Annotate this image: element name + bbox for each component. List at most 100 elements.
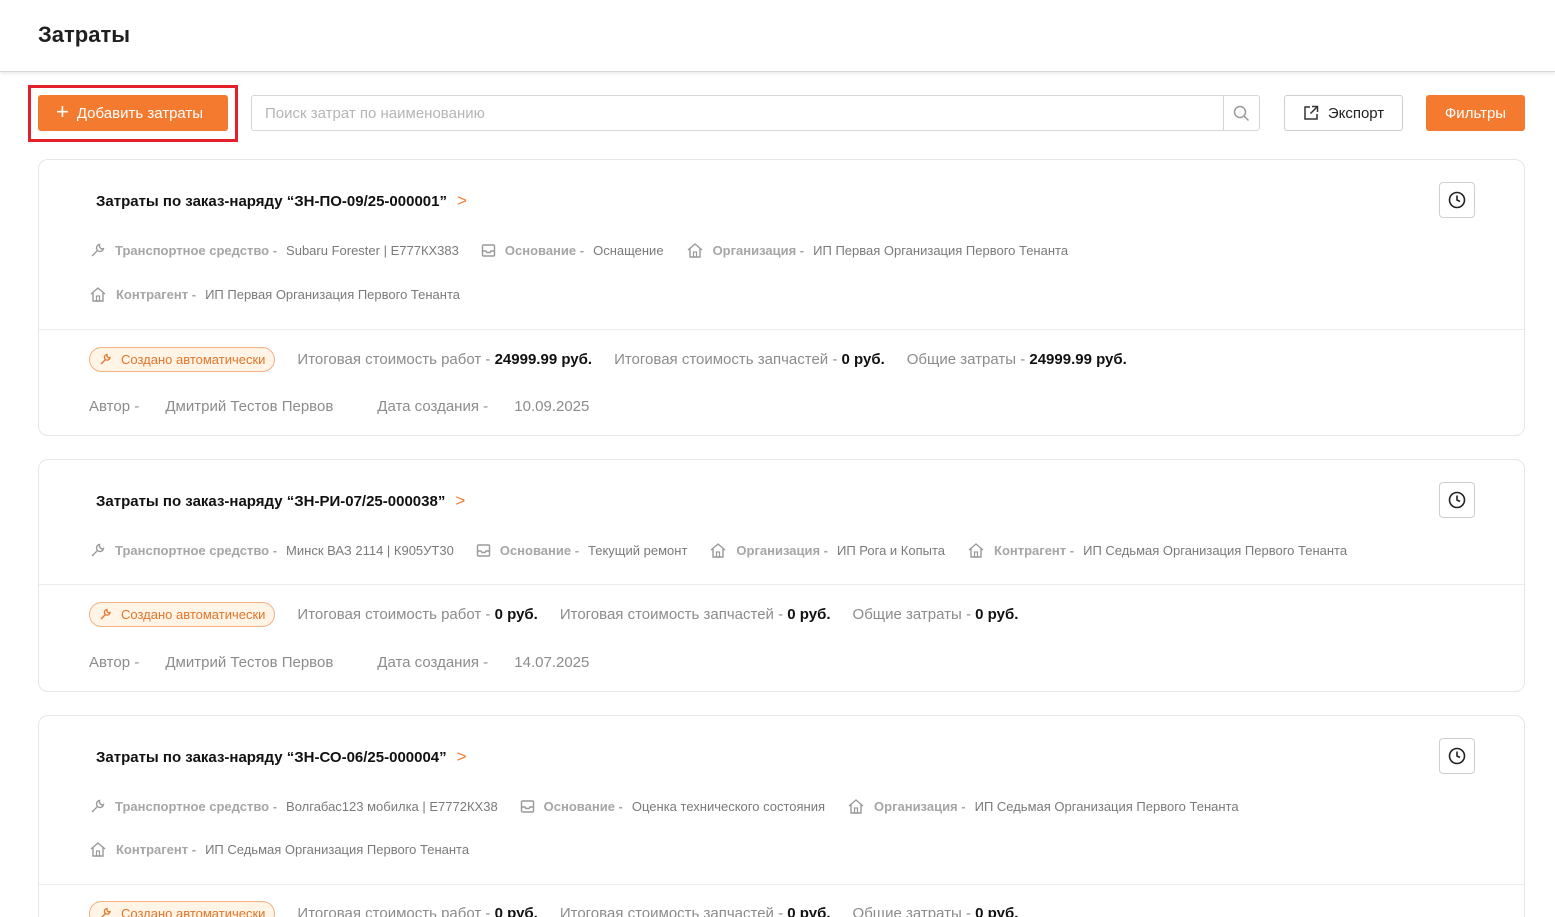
organization-label: Организация - [712, 243, 805, 258]
page-title: Затраты [38, 22, 131, 47]
meta-vehicle: Транспортное средство - Минск ВАЗ 2114 |… [89, 542, 454, 559]
vehicle-label: Транспортное средство - [115, 799, 278, 814]
clock-icon [1448, 191, 1466, 209]
created-label: Дата создания - [377, 398, 489, 415]
vehicle-label: Транспортное средство - [115, 543, 278, 558]
all-total-label: Общие затраты - [852, 905, 971, 917]
parts-total-label: Итоговая стоимость запчастей - [559, 606, 784, 623]
chevron-right-icon[interactable]: > [455, 491, 465, 511]
clock-icon [1448, 491, 1466, 509]
all-total-label: Общие затраты - [852, 606, 971, 623]
card-title-text: Затраты по заказ-наряду “ЗН-ПО-09/25-000… [96, 192, 447, 210]
clock-icon [1448, 747, 1466, 765]
wrench-icon [100, 353, 111, 365]
wrench-icon [101, 907, 111, 917]
organization-label: Организация - [874, 799, 966, 814]
author: Автор - Дмитрий Тестов Первов [89, 654, 355, 671]
meta-vehicle: Транспортное средство - Волгабас123 моби… [89, 798, 498, 815]
search-button[interactable] [1223, 96, 1259, 130]
organization-value: ИП Первая Организация Первого Тенанта [813, 243, 1069, 258]
status-badge-text: Создано автоматически [121, 352, 266, 367]
history-button[interactable] [1439, 738, 1475, 774]
parts-total: Итоговая стоимость запчастей - 0 руб. [560, 606, 831, 623]
meta-organization: Организация - ИП Седьмая Организация Пер… [847, 798, 1239, 815]
expense-card: Затраты по заказ-наряду “ЗН-РИ-07/25-000… [38, 459, 1525, 692]
meta-contractor: Контрагент - ИП Седьмая Организация Перв… [89, 841, 469, 858]
basis-value: Текущий ремонт [588, 543, 688, 558]
works-total-label: Итоговая стоимость работ - [297, 905, 491, 917]
author: Автор - Дмитрий Тестов Первов [89, 398, 355, 415]
created-label: Дата создания - [377, 654, 489, 671]
chevron-right-icon[interactable]: > [457, 191, 467, 211]
basis-label: Основание - [543, 799, 623, 814]
add-expense-button[interactable]: + Добавить затраты [38, 95, 228, 131]
vehicle-value: Волгабас123 мобилка | Е7772КХ38 [286, 799, 498, 814]
all-total: Общие затраты - 0 руб. [853, 905, 1019, 917]
vehicle-value: Минск ВАЗ 2114 | К905УТ30 [286, 543, 454, 558]
created-date: Дата создания - 10.09.2025 [377, 398, 611, 415]
search-input[interactable] [252, 96, 1223, 130]
meta-basis: Основание - Оснащение [481, 243, 664, 258]
basis-value: Оснащение [593, 243, 664, 258]
export-icon [1304, 105, 1319, 120]
parts-total-value: 0 руб. [787, 606, 831, 623]
wrench-icon [100, 608, 111, 620]
card-meta-row: Транспортное средство - Минск ВАЗ 2114 |… [89, 542, 1369, 559]
all-total-value: 24999.99 руб. [1029, 351, 1127, 368]
history-button[interactable] [1439, 482, 1475, 518]
chevron-right-icon[interactable]: > [457, 747, 467, 767]
export-label: Экспорт [1327, 104, 1385, 122]
organization-value: ИП Рога и Копыта [836, 543, 946, 558]
toolbar: + Добавить затраты Экспорт Фильтры [0, 84, 1555, 144]
contractor-value: ИП Первая Организация Первого Тенанта [205, 287, 460, 302]
card-divider [39, 884, 1524, 885]
meta-contractor: Контрагент - ИП Седьмая Организация Перв… [967, 542, 1347, 559]
status-badge: Создано автоматически [89, 347, 276, 372]
inbox-icon [520, 800, 534, 813]
card-title: Затраты по заказ-наряду “ЗН-РИ-07/25-000… [96, 491, 465, 511]
created-date: Дата создания - 14.07.2025 [377, 654, 611, 671]
card-meta-row: Транспортное средство - Волгабас123 моби… [89, 798, 1261, 815]
card-stats-row: Создано автоматически Итоговая стоимость… [89, 901, 1040, 917]
filters-button[interactable]: Фильтры [1426, 95, 1525, 131]
inbox-icon [481, 244, 496, 257]
card-title-text: Затраты по заказ-наряду “ЗН-РИ-07/25-000… [96, 492, 446, 510]
works-total-value: 24999.99 руб. [494, 351, 593, 368]
parts-total-label: Итоговая стоимость запчастей - [559, 905, 784, 917]
wrench-icon [91, 243, 105, 257]
parts-total: Итоговая стоимость запчастей - 0 руб. [614, 351, 885, 368]
card-author-row: Автор - Дмитрий Тестов Первов Дата созда… [89, 398, 633, 415]
inbox-icon [476, 544, 491, 557]
author-label: Автор - [89, 654, 140, 671]
works-total-label: Итоговая стоимость работ - [297, 351, 491, 368]
wrench-icon [91, 799, 105, 813]
home-icon [848, 799, 864, 814]
card-title: Затраты по заказ-наряду “ЗН-ПО-09/25-000… [96, 191, 467, 211]
card-stats-row: Создано автоматически Итоговая стоимость… [89, 347, 1149, 372]
works-total-value: 0 руб. [494, 606, 538, 623]
contractor-label: Контрагент - [994, 543, 1075, 558]
works-total-value: 0 руб. [494, 905, 538, 917]
all-total: Общие затраты - 24999.99 руб. [907, 351, 1127, 368]
status-badge-text: Создано автоматически [121, 607, 266, 622]
export-button[interactable]: Экспорт [1284, 95, 1403, 131]
parts-total-label: Итоговая стоимость запчастей - [614, 351, 838, 368]
organization-label: Организация - [736, 543, 828, 558]
basis-label: Основание - [504, 243, 585, 258]
parts-total-value: 0 руб. [841, 351, 885, 368]
meta-contractor: Контрагент - ИП Первая Организация Перво… [89, 286, 460, 303]
works-total: Итоговая стоимость работ - 24999.99 руб. [297, 351, 592, 368]
works-total: Итоговая стоимость работ - 0 руб. [297, 606, 537, 623]
vehicle-value: Subaru Forester | Е777КХ383 [286, 243, 459, 258]
home-icon [710, 543, 726, 558]
parts-total-value: 0 руб. [787, 905, 831, 917]
card-title-text: Затраты по заказ-наряду “ЗН-СО-06/25-000… [96, 748, 447, 766]
all-total-value: 0 руб. [975, 606, 1019, 623]
status-badge: Создано автоматически [89, 602, 276, 627]
author-value: Дмитрий Тестов Первов [165, 398, 334, 415]
card-author-row: Автор - Дмитрий Тестов Первов Дата созда… [89, 654, 633, 671]
created-value: 14.07.2025 [514, 654, 590, 671]
card-divider [39, 584, 1524, 585]
card-meta-row: Контрагент - ИП Седьмая Организация Перв… [89, 841, 491, 858]
history-button[interactable] [1439, 182, 1475, 218]
